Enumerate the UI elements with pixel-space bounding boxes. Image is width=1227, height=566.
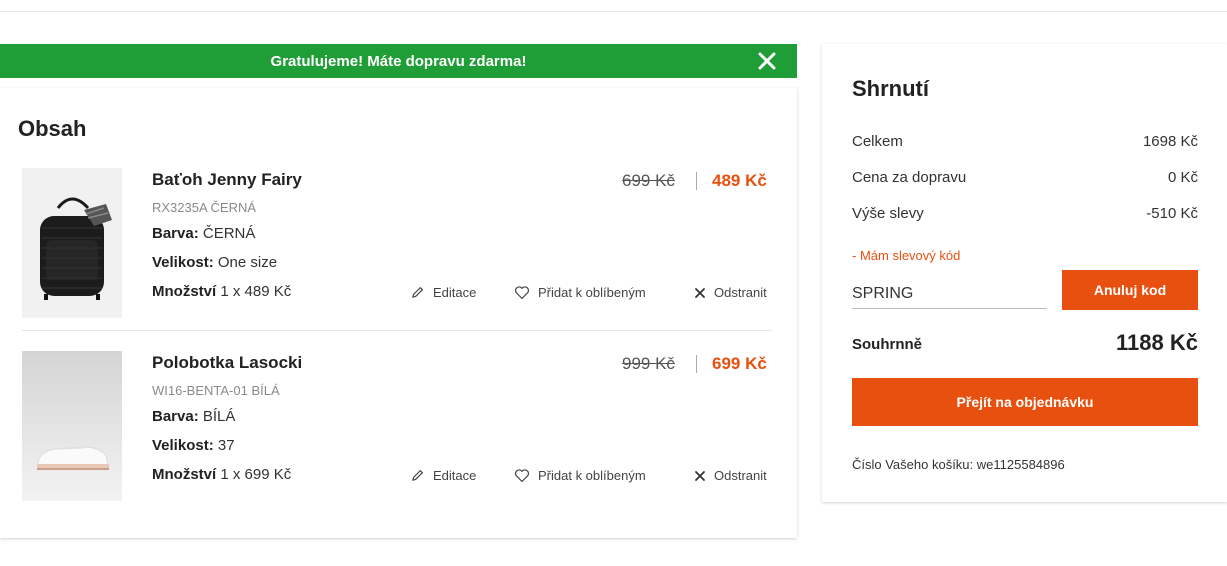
quantity-label: Množství [152,466,217,483]
product-size: Velikost: One size [152,254,277,271]
order-summary: Shrnutí Celkem 1698 Kč Cena za dopravu 0… [822,44,1227,502]
quantity-value: 1 x 489 Kč [220,283,292,300]
subtotal-value: 1698 Kč [1142,133,1198,150]
checkout-button[interactable]: Přejít na objednávku [852,378,1198,426]
product-name[interactable]: Polobotka Lasocki [152,353,302,373]
cancel-promo-button[interactable]: Anuluj kod [1062,270,1198,310]
cart-panel: Obsah Baťoh Jenny Fairy RX3235A ČERNÁ Ba… [0,88,797,538]
remove-button[interactable]: Odstranit [694,468,767,483]
sale-price: 489 Kč [712,171,767,190]
add-to-favorites-button[interactable]: Přidat k oblíbeným [514,285,646,300]
edit-button[interactable]: Editace [410,468,476,483]
product-color: Barva: ČERNÁ [152,225,255,242]
old-price: 999 Kč [622,354,675,373]
sale-price: 699 Kč [712,354,767,373]
header-divider [0,11,1227,12]
grand-total-value: 1188 Kč [1116,330,1198,355]
cart-item: Polobotka Lasocki WI16-BENTA-01 BÍLÁ Bar… [22,351,774,501]
cart-title: Obsah [18,116,87,141]
promo-code-toggle[interactable]: - Mám slevový kód [852,248,960,263]
product-image[interactable] [22,351,122,501]
remove-label: Odstranit [714,468,767,483]
discount-value: -510 Kč [1146,205,1198,222]
size-label: Velikost: [152,254,214,271]
add-to-favorites-button[interactable]: Přidat k oblíbeným [514,468,646,483]
quantity-label: Množství [152,283,217,300]
product-code: RX3235A ČERNÁ [152,200,257,215]
close-icon [695,287,705,298]
shoe-image [37,446,109,470]
subtotal-label: Celkem [852,133,903,150]
size-value: 37 [217,437,235,454]
remove-button[interactable]: Odstranit [694,285,767,300]
banner-message: Gratulujeme! Máte dopravu zdarma! [270,52,527,70]
color-label: Barva: [152,225,199,242]
product-quantity: Množství 1 x 489 Kč [152,283,291,300]
cart-number: Číslo Vašeho košíku: we1125584896 [852,457,1065,472]
size-label: Velikost: [152,437,214,454]
product-color: Barva: BÍLÁ [152,408,235,425]
color-value: ČERNÁ [202,225,256,242]
backpack-image [22,168,122,318]
pencil-icon [412,470,423,481]
grand-total-row: Souhrnně 1188 Kč [852,330,1198,360]
close-icon [695,470,705,481]
old-price: 699 Kč [622,171,675,190]
favorite-label: Přidat k oblíbeným [538,285,646,300]
edit-label: Editace [433,285,477,300]
edit-button[interactable]: Editace [410,285,476,300]
promo-code-input[interactable] [852,280,1047,309]
cart-item: Baťoh Jenny Fairy RX3235A ČERNÁ Barva: Č… [22,168,774,318]
free-shipping-banner: Gratulujeme! Máte dopravu zdarma! [0,44,797,78]
product-size: Velikost: 37 [152,437,235,454]
discount-label: Výše slevy [852,205,924,222]
shipping-value: 0 Kč [1167,169,1198,186]
price-separator [696,355,697,373]
item-divider [22,330,772,331]
price-separator [696,172,697,190]
color-label: Barva: [152,408,199,425]
heart-icon [514,286,530,300]
product-code: WI16-BENTA-01 BÍLÁ [152,383,280,398]
summary-title: Shrnutí [852,76,929,101]
edit-label: Editace [433,468,477,483]
favorite-label: Přidat k oblíbeným [538,468,646,483]
pencil-icon [412,287,423,298]
remove-label: Odstranit [714,285,767,300]
close-icon[interactable] [757,51,777,71]
quantity-value: 1 x 699 Kč [220,466,292,483]
heart-icon [514,469,530,483]
product-quantity: Množství 1 x 699 Kč [152,466,291,483]
size-value: One size [217,254,278,271]
product-name[interactable]: Baťoh Jenny Fairy [152,170,302,190]
shipping-label: Cena za dopravu [852,169,967,186]
color-value: BÍLÁ [202,408,236,425]
product-image[interactable] [22,168,122,318]
grand-total-label: Souhrnně [852,336,922,353]
